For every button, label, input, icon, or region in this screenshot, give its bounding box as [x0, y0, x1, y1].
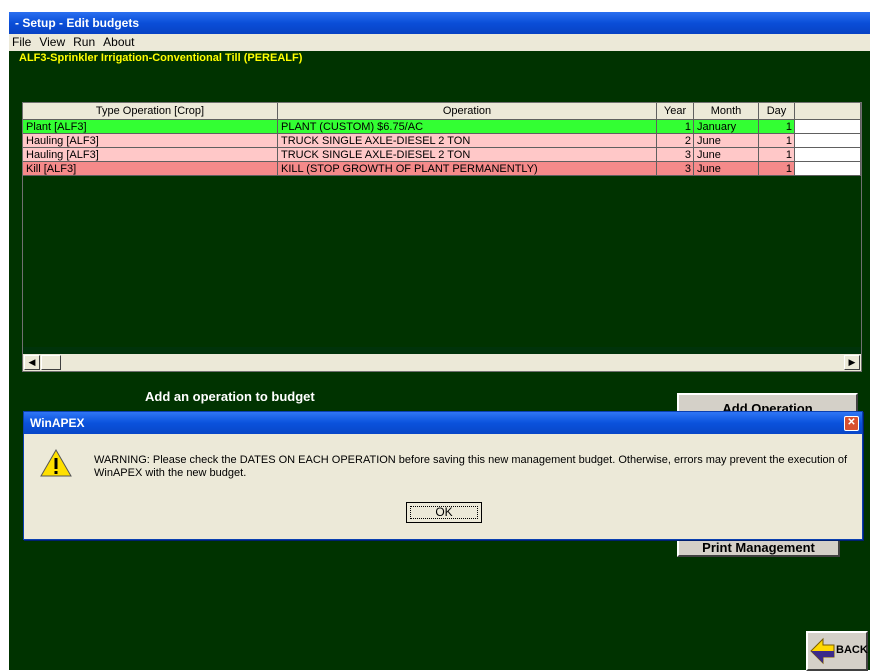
- cell-type[interactable]: Hauling [ALF3]: [23, 148, 278, 162]
- cell-month[interactable]: June: [694, 162, 759, 176]
- menu-view[interactable]: View: [39, 34, 65, 51]
- cell-operation[interactable]: TRUCK SINGLE AXLE-DIESEL 2 TON: [278, 134, 657, 148]
- warning-icon: [40, 448, 72, 477]
- cell-operation[interactable]: TRUCK SINGLE AXLE-DIESEL 2 TON: [278, 148, 657, 162]
- menu-bar: File View Run About: [9, 34, 870, 51]
- window-title: - Setup - Edit budgets: [15, 16, 139, 30]
- col-header-blank: [795, 103, 861, 120]
- table-row[interactable]: Hauling [ALF3] TRUCK SINGLE AXLE-DIESEL 2…: [23, 148, 861, 162]
- scroll-thumb[interactable]: [41, 355, 61, 370]
- table-row[interactable]: Plant [ALF3] PLANT (CUSTOM) $6.75/AC 1 Janu…: [23, 120, 861, 134]
- cell-month[interactable]: June: [694, 134, 759, 148]
- title-bar: - Setup - Edit budgets: [9, 12, 870, 34]
- cell-operation[interactable]: KILL (STOP GROWTH OF PLANT PERMANENTLY): [278, 162, 657, 176]
- grid-header: Type Operation [Crop] Operation Year Mon…: [23, 103, 861, 120]
- cell-type[interactable]: Plant [ALF3]: [23, 120, 278, 134]
- dialog-message: WARNING: Please check the DATES ON EACH …: [94, 454, 847, 479]
- cell-operation[interactable]: PLANT (CUSTOM) $6.75/AC: [278, 120, 657, 134]
- horizontal-scrollbar[interactable]: ◀ ▶: [23, 354, 861, 371]
- add-operation-label: Add an operation to budget: [145, 389, 315, 404]
- cell-month[interactable]: January: [694, 120, 759, 134]
- operations-grid[interactable]: Type Operation [Crop] Operation Year Mon…: [22, 102, 862, 372]
- table-row[interactable]: Kill [ALF3] KILL (STOP GROWTH OF PLANT PE…: [23, 162, 861, 176]
- col-header-day[interactable]: Day: [759, 103, 795, 120]
- cell-day[interactable]: 1: [759, 120, 795, 134]
- cell-day[interactable]: 1: [759, 148, 795, 162]
- cell-year[interactable]: 3: [657, 162, 694, 176]
- cell-month[interactable]: June: [694, 148, 759, 162]
- warning-dialog: WinAPEX ✕ WARNING: Please check the DATE…: [23, 411, 863, 540]
- col-header-operation[interactable]: Operation: [278, 103, 657, 120]
- budget-subtitle: ALF3-Sprinkler Irrigation-Conventional T…: [19, 52, 303, 64]
- menu-file[interactable]: File: [12, 34, 31, 51]
- back-button[interactable]: BACK: [806, 631, 868, 671]
- cell-blank: [795, 148, 861, 162]
- cell-blank: [795, 162, 861, 176]
- col-header-year[interactable]: Year: [657, 103, 694, 120]
- cell-blank: [795, 134, 861, 148]
- col-header-month[interactable]: Month: [694, 103, 759, 120]
- scroll-right-icon[interactable]: ▶: [844, 355, 860, 370]
- dialog-title: WinAPEX: [30, 416, 85, 430]
- close-icon[interactable]: ✕: [844, 416, 859, 431]
- menu-run[interactable]: Run: [73, 34, 95, 51]
- cell-type[interactable]: Kill [ALF3]: [23, 162, 278, 176]
- cell-year[interactable]: 1: [657, 120, 694, 134]
- col-header-type[interactable]: Type Operation [Crop]: [23, 103, 278, 120]
- cell-type[interactable]: Hauling [ALF3]: [23, 134, 278, 148]
- dialog-title-bar: WinAPEX ✕: [24, 412, 862, 434]
- focus-rect: [410, 506, 478, 519]
- menu-about[interactable]: About: [103, 34, 134, 51]
- ok-button[interactable]: OK: [406, 502, 482, 523]
- cell-year[interactable]: 3: [657, 148, 694, 162]
- cell-day[interactable]: 1: [759, 134, 795, 148]
- back-arrow-icon: [810, 637, 835, 665]
- main-window: - Setup - Edit budgets File View Run About …: [9, 12, 870, 671]
- table-row[interactable]: Hauling [ALF3] TRUCK SINGLE AXLE-DIESEL 2…: [23, 134, 861, 148]
- cell-blank: [795, 120, 861, 134]
- back-label: BACK: [836, 644, 868, 656]
- cell-day[interactable]: 1: [759, 162, 795, 176]
- scroll-left-icon[interactable]: ◀: [24, 355, 40, 370]
- cell-year[interactable]: 2: [657, 134, 694, 148]
